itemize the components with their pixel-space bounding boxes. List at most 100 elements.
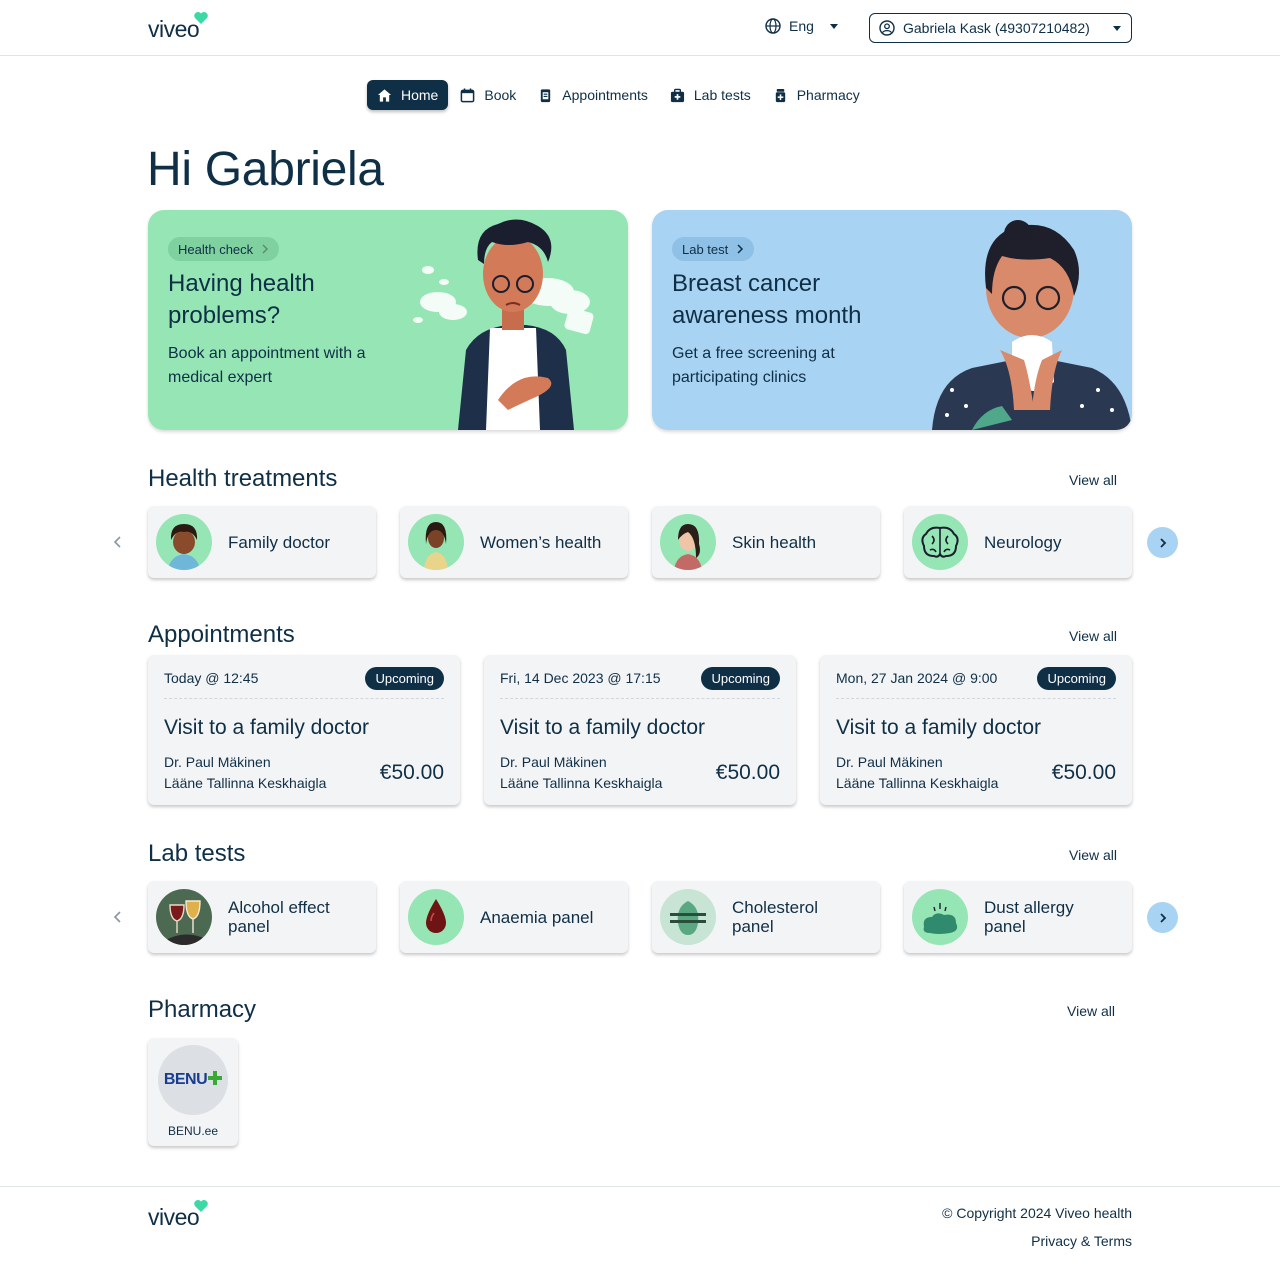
nav-appointments[interactable]: Appointments [528, 80, 658, 110]
doctor-name: Dr. Paul Mäkinen [836, 754, 943, 770]
appointment-price: €50.00 [379, 761, 444, 784]
appointments-view-all-link[interactable]: View all [1069, 628, 1117, 644]
clinic-name: Lääne Tallinna Keskhaigla [500, 775, 663, 791]
sneezing-woman-illustration [932, 220, 1132, 430]
appointment-title: Visit to a family doctor [836, 716, 1042, 739]
womens-health-avatar [408, 514, 464, 570]
appointment-datetime: Today @ 12:45 [164, 670, 259, 686]
lab-test-card-anaemia[interactable]: Anaemia panel [400, 881, 628, 953]
promo-title: Breast cancer awareness month [672, 270, 862, 329]
viveo-logo[interactable]: viveo [148, 12, 208, 43]
promo-chip[interactable]: Lab test [672, 237, 755, 261]
clinic-name: Lääne Tallinna Keskhaigla [164, 775, 327, 791]
nav-lab-tests-label: Lab tests [693, 87, 751, 103]
promo-chip-label: Lab test [682, 241, 729, 257]
pharmacy-card-benu[interactable]: BENU BENU.ee [148, 1038, 238, 1146]
treatment-card-skin-health[interactable]: Skin health [652, 506, 880, 578]
treatment-card-family-doctor[interactable]: Family doctor [148, 506, 376, 578]
calendar-icon [461, 87, 475, 102]
logo-text: viveo [148, 1204, 200, 1230]
lab-test-label: Anaemia panel [480, 907, 594, 927]
divider [164, 698, 444, 699]
sick-man-illustration [413, 219, 594, 430]
chevron-right-icon [737, 244, 744, 254]
nav-book-label: Book [484, 87, 517, 103]
language-selector[interactable]: Eng [765, 18, 838, 34]
section-title-pharmacy: Pharmacy [148, 996, 257, 1023]
privacy-terms-link[interactable]: Privacy & Terms [1031, 1233, 1132, 1249]
treatment-card-womens-health[interactable]: Women’s health [400, 506, 628, 578]
doctor-name: Dr. Paul Mäkinen [500, 754, 607, 770]
appointment-price: €50.00 [715, 761, 780, 784]
nav-pharmacy[interactable]: Pharmacy [763, 80, 870, 110]
section-title-lab-tests: Lab tests [148, 840, 246, 867]
nav-home[interactable]: Home [367, 80, 449, 110]
divider [836, 698, 1116, 699]
status-badge: Upcoming [365, 667, 444, 690]
cholesterol-icon [660, 889, 716, 945]
viveo-logo[interactable]: viveo [148, 1200, 208, 1231]
lab-test-card-alcohol[interactable]: Alcohol effect panel [148, 881, 376, 953]
footer: viveo © Copyright 2024 Viveo health Priv… [0, 1186, 1280, 1266]
appointment-datetime: Fri, 14 Dec 2023 @ 17:15 [500, 670, 661, 686]
lab-test-card-dust-allergy[interactable]: Dust allergy panel [904, 881, 1132, 953]
appointment-title: Visit to a family doctor [500, 716, 706, 739]
appointment-card[interactable]: Fri, 14 Dec 2023 @ 17:15 Upcoming Visit … [484, 655, 796, 805]
section-title-appointments: Appointments [148, 621, 295, 648]
appointment-card[interactable]: Today @ 12:45 Upcoming Visit to a family… [148, 655, 460, 805]
appointment-card[interactable]: Mon, 27 Jan 2024 @ 9:00 Upcoming Visit t… [820, 655, 1132, 805]
appointment-price: €50.00 [1051, 761, 1116, 784]
promo-text: Book an appointment with a medical exper… [168, 345, 366, 386]
user-menu-button[interactable]: Gabriela Kask (49307210482) [869, 13, 1132, 43]
treatment-card-neurology[interactable]: Neurology [904, 506, 1132, 578]
treatments-next-button[interactable] [1147, 527, 1178, 558]
chevron-right-icon [1159, 537, 1166, 548]
nav-lab-tests[interactable]: Lab tests [660, 80, 761, 110]
globe-icon [765, 18, 781, 34]
wine-glasses-icon [156, 889, 212, 945]
main-nav: Home Book Appointments Lab tests Pharmac… [367, 80, 872, 110]
status-badge: Upcoming [1037, 667, 1116, 690]
benu-logo-text: BENU [163, 1071, 208, 1088]
chevron-left-icon[interactable] [110, 534, 126, 550]
pharmacy-view-all-link[interactable]: View all [1067, 1003, 1115, 1019]
appointment-datetime: Mon, 27 Jan 2024 @ 9:00 [836, 670, 998, 686]
blood-drop-icon [408, 889, 464, 945]
dust-icon [912, 889, 968, 945]
heart-icon [194, 12, 208, 24]
divider [500, 698, 780, 699]
promo-card-health-check[interactable]: Health check Having health problems? Boo… [148, 210, 628, 430]
promo-chip[interactable]: Health check [168, 237, 280, 261]
treatment-label: Women’s health [480, 532, 602, 552]
lab-test-card-cholesterol[interactable]: Cholesterol panel [652, 881, 880, 953]
chevron-left-icon[interactable] [110, 909, 126, 925]
promo-chip-label: Health check [178, 241, 254, 257]
user-name: Gabriela Kask (49307210482) [903, 20, 1090, 36]
chevron-right-icon [262, 244, 269, 254]
treatment-label: Family doctor [228, 532, 331, 552]
user-circle-icon [879, 20, 895, 36]
promo-title: Having health problems? [168, 270, 315, 329]
clipboard-icon [541, 88, 551, 102]
nav-book[interactable]: Book [450, 80, 526, 110]
appointment-title: Visit to a family doctor [164, 716, 370, 739]
treatments-view-all-link[interactable]: View all [1069, 472, 1117, 488]
promo-text: Get a free screening at participating cl… [672, 345, 835, 386]
lab-test-label: Alcohol effect panel [228, 898, 330, 936]
lab-tests-next-button[interactable] [1147, 902, 1178, 933]
benu-logo: BENU [158, 1045, 228, 1115]
green-cross-icon [208, 1071, 223, 1085]
pharmacy-label: BENU.ee [167, 1124, 219, 1138]
medkit-icon [670, 88, 684, 102]
heart-icon [194, 1200, 208, 1212]
lab-tests-view-all-link[interactable]: View all [1069, 847, 1117, 863]
pill-bottle-icon [775, 88, 785, 102]
nav-pharmacy-label: Pharmacy [796, 87, 860, 103]
promo-card-lab-test[interactable]: Lab test Breast cancer awareness month G… [652, 210, 1132, 430]
skin-health-avatar [660, 514, 716, 570]
treatment-label: Neurology [984, 532, 1062, 552]
top-bar: viveo Eng Gabriela Kask (49307210482) [0, 0, 1280, 56]
lab-test-label: Cholesterol panel [732, 898, 818, 936]
nav-home-label: Home [401, 87, 439, 103]
logo-text: viveo [148, 16, 200, 42]
